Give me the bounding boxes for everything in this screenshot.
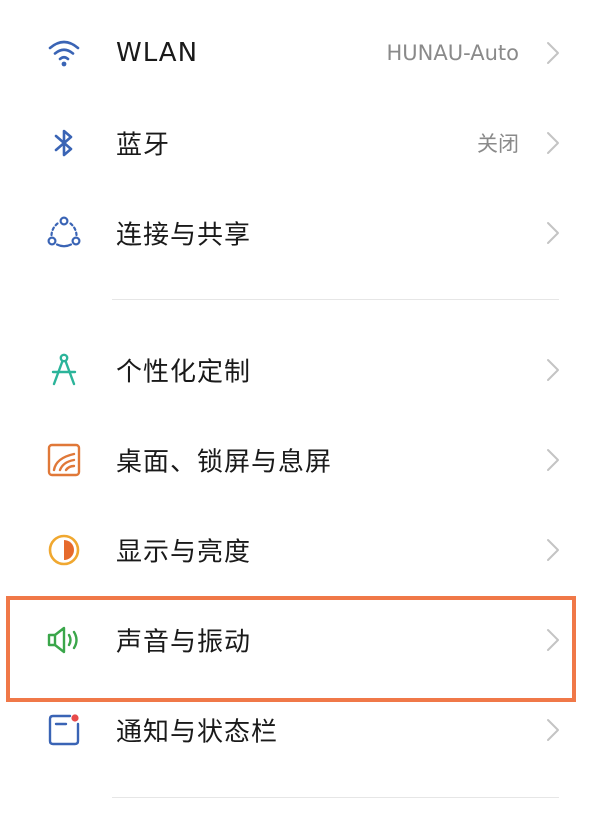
settings-item-label: WLAN (116, 38, 199, 68)
settings-item-notification-statusbar[interactable]: 通知与状态栏 (0, 685, 591, 775)
settings-item-sound-vibration[interactable]: 声音与振动 (0, 595, 591, 685)
wallpaper-icon (44, 440, 84, 480)
section-divider (112, 299, 559, 300)
compass-icon (44, 350, 84, 390)
settings-item-wlan[interactable]: WLAN HUNAU-Auto (0, 8, 591, 98)
notification-icon (44, 710, 84, 750)
settings-item-bluetooth[interactable]: 蓝牙 关闭 (0, 98, 591, 188)
chevron-right-icon (545, 627, 561, 653)
chevron-right-icon (545, 717, 561, 743)
settings-item-label: 蓝牙 (116, 130, 171, 161)
share-connection-icon (44, 213, 84, 253)
settings-item-display-brightness[interactable]: 显示与亮度 (0, 505, 591, 595)
settings-item-label: 通知与状态栏 (116, 717, 279, 748)
chevron-right-icon (545, 447, 561, 473)
settings-item-connection-sharing[interactable]: 连接与共享 (0, 188, 591, 278)
brightness-icon (44, 530, 84, 570)
chevron-right-icon (545, 40, 561, 66)
bluetooth-icon (44, 123, 84, 163)
settings-item-label: 个性化定制 (116, 357, 252, 388)
speaker-icon (44, 620, 84, 660)
settings-item-value: HUNAU-Auto (386, 41, 519, 65)
settings-item-value: 关闭 (477, 132, 519, 156)
chevron-right-icon (545, 537, 561, 563)
settings-item-label: 显示与亮度 (116, 537, 252, 568)
settings-item-label: 声音与振动 (116, 627, 252, 658)
wifi-icon (44, 33, 84, 73)
section-divider (112, 797, 559, 798)
settings-item-wallpaper-lockscreen[interactable]: 桌面、锁屏与息屏 (0, 415, 591, 505)
settings-item-label: 连接与共享 (116, 220, 252, 251)
chevron-right-icon (545, 130, 561, 156)
settings-item-personalization[interactable]: 个性化定制 (0, 325, 591, 415)
settings-item-label: 桌面、锁屏与息屏 (116, 447, 333, 478)
settings-screen: WLAN HUNAU-Auto 蓝牙 关闭 连接与共享 个性化定制 桌面、锁屏与… (0, 0, 591, 815)
chevron-right-icon (545, 357, 561, 383)
chevron-right-icon (545, 220, 561, 246)
